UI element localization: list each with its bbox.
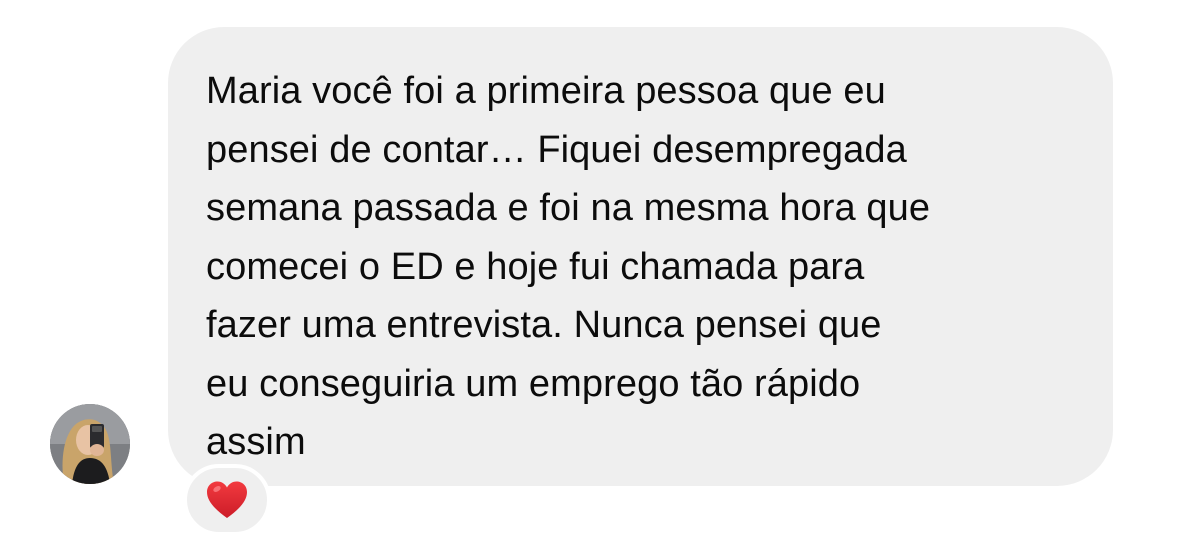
- avatar-photo: [50, 404, 130, 484]
- sender-avatar[interactable]: [50, 404, 130, 484]
- message-bubble[interactable]: Maria você foi a primeira pessoa que eu …: [168, 27, 1113, 486]
- reaction-badge[interactable]: [183, 464, 271, 536]
- message-text: Maria você foi a primeira pessoa que eu …: [206, 70, 931, 463]
- red-heart-icon: [207, 481, 247, 518]
